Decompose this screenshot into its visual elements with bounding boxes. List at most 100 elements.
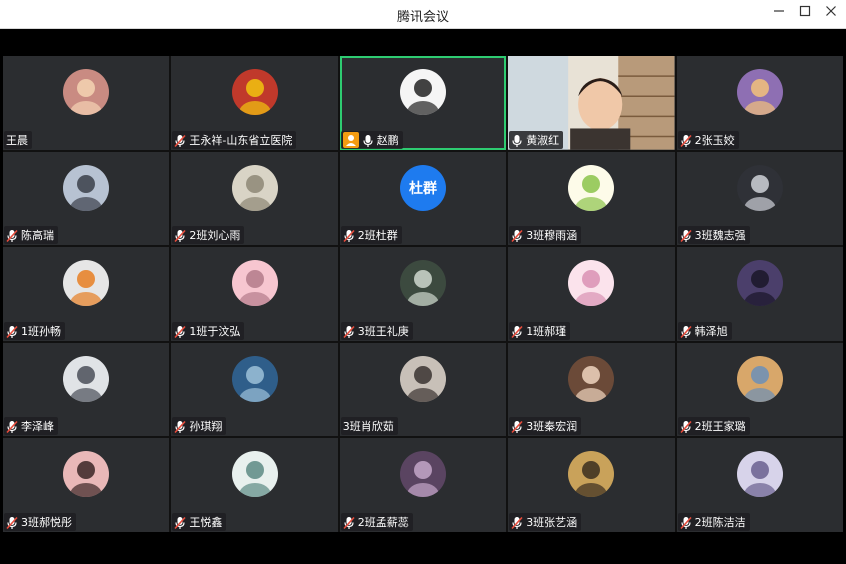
participant-name: 3班穆雨涵 <box>526 229 578 243</box>
participant-avatar <box>231 451 278 498</box>
participant-name: 1班郝瑾 <box>526 324 567 338</box>
participant-tile[interactable]: 1班孙畅 <box>3 247 170 341</box>
participant-name: 1班孙畅 <box>21 324 61 338</box>
participant-tile[interactable]: 王永祥-山东省立医院 <box>171 56 338 150</box>
participant-tile[interactable]: 杜群 2班杜群 <box>339 151 507 246</box>
mic-muted-icon <box>174 133 186 147</box>
participant-name-bar: 2张玉姣 <box>677 130 739 149</box>
participant-tile[interactable]: 赵鹏 <box>339 56 507 150</box>
participant-name-bar: 2班杜群 <box>340 226 402 245</box>
participant-name: 黄淑红 <box>526 133 560 147</box>
participant-tile[interactable]: 1班于汶弘 <box>171 247 338 341</box>
participant-name: 王永祥-山东省立医院 <box>189 133 293 147</box>
participant-name-bar: 黄淑红 <box>509 130 564 149</box>
minimize-icon[interactable] <box>770 5 788 23</box>
participant-name: 李泽峰 <box>21 420 54 434</box>
participant-name-bar: 1班于汶弘 <box>172 321 245 340</box>
participant-name: 3班肖欣茹 <box>342 420 394 434</box>
participant-avatar <box>736 164 783 211</box>
top-black-bar <box>3 29 843 56</box>
mic-muted-icon <box>174 515 186 530</box>
participant-name-bar: 2班王家璐 <box>677 417 750 436</box>
participant-name: 赵鹏 <box>376 133 399 147</box>
participant-name: 2班王家璐 <box>694 420 746 434</box>
participant-grid: 王晨 王永祥-山东省立医院 赵鹏 黄淑红 2张玉姣陈高瑞 2班刘心雨 杜群 2班杜群 3班穆雨涵… <box>3 56 843 532</box>
participant-tile[interactable]: 3班郝悦彤 <box>3 438 170 532</box>
participant-name-bar: 2班陈洁洁 <box>677 512 750 531</box>
mic-muted-icon <box>680 419 692 434</box>
participant-tile[interactable]: 3班王礼庚 <box>339 247 507 341</box>
participant-name: 3班王礼庚 <box>357 324 409 338</box>
participant-name-bar: 3班秦宏润 <box>509 417 582 436</box>
participant-tile[interactable]: 3班穆雨涵 <box>508 151 675 246</box>
mic-muted-icon <box>680 228 692 243</box>
participant-avatar <box>231 355 278 402</box>
participant-name-bar: 2班刘心雨 <box>172 226 245 245</box>
close-icon[interactable] <box>822 5 840 23</box>
participant-avatar <box>736 355 783 402</box>
participant-name-bar: 孙琪翔 <box>172 417 227 436</box>
participant-tile[interactable]: 3班肖欣茹 <box>339 342 507 437</box>
participant-tile[interactable]: 2班陈洁洁 <box>676 438 843 532</box>
participant-name-bar: 3班魏志强 <box>677 226 750 245</box>
participant-tile[interactable]: 陈高瑞 <box>3 151 170 246</box>
maximize-icon[interactable] <box>796 5 814 23</box>
mic-muted-icon <box>174 419 186 434</box>
participant-tile[interactable]: 3班魏志强 <box>676 151 843 246</box>
participant-avatar <box>568 355 615 402</box>
mic-muted-icon <box>6 324 18 338</box>
participant-name-bar: 王晨 <box>4 130 32 149</box>
participant-avatar <box>736 451 783 498</box>
mic-muted-icon <box>343 515 355 530</box>
participant-name-bar: 2班孟薪蕊 <box>340 512 413 531</box>
participant-avatar <box>568 164 615 211</box>
participant-tile[interactable]: 3班张艺涵 <box>508 438 675 532</box>
participant-name: 陈高瑞 <box>21 229 54 243</box>
participant-avatar <box>399 69 446 115</box>
participant-name-bar: 王永祥-山东省立医院 <box>172 130 297 149</box>
participant-name: 1班于汶弘 <box>189 324 241 338</box>
participant-name: 2班孟薪蕊 <box>357 515 409 529</box>
participant-name: 韩泽旭 <box>694 324 728 338</box>
participant-tile[interactable]: 黄淑红 <box>508 56 675 150</box>
mic-icon <box>362 133 374 147</box>
participant-avatar <box>399 260 446 307</box>
participant-tile[interactable]: 孙琪翔 <box>171 342 338 437</box>
participant-tile[interactable]: 韩泽旭 <box>676 247 843 341</box>
window-title: 腾讯会议 <box>396 10 449 25</box>
participant-tile[interactable]: 王悦鑫 <box>171 438 338 532</box>
participant-name-bar: 1班孙畅 <box>4 321 65 340</box>
participant-avatar <box>63 451 110 498</box>
participant-avatar <box>231 69 278 115</box>
participant-name-bar: 王悦鑫 <box>172 512 227 531</box>
participant-name-bar: 3班郝悦彤 <box>4 512 76 531</box>
participant-name: 3班魏志强 <box>694 229 746 243</box>
participant-name-bar: 韩泽旭 <box>677 321 732 340</box>
participant-name-bar: 3班穆雨涵 <box>509 226 582 245</box>
participant-name: 3班郝悦彤 <box>21 515 72 529</box>
participant-tile[interactable]: 2张玉姣 <box>676 56 843 150</box>
participant-name: 2班杜群 <box>357 229 398 243</box>
host-person-icon <box>342 131 359 148</box>
mic-muted-icon <box>174 228 186 243</box>
mic-muted-icon <box>511 228 523 243</box>
participant-avatar <box>63 355 110 402</box>
participant-avatar <box>399 451 446 498</box>
title-bar: 腾讯会议 <box>0 0 846 29</box>
participant-tile[interactable]: 2班孟薪蕊 <box>339 438 507 532</box>
participant-name-bar: 赵鹏 <box>340 130 403 149</box>
participant-tile[interactable]: 1班郝瑾 <box>508 247 675 341</box>
participant-tile[interactable]: 李泽峰 <box>3 342 170 437</box>
participant-avatar <box>63 260 110 307</box>
participant-name: 2张玉姣 <box>694 133 735 147</box>
mic-muted-icon <box>680 133 692 147</box>
participant-tile[interactable]: 2班王家璐 <box>676 342 843 437</box>
mic-muted-icon <box>6 419 18 434</box>
participant-tile[interactable]: 王晨 <box>3 56 170 150</box>
mic-muted-icon <box>511 515 523 530</box>
participant-tile[interactable]: 2班刘心雨 <box>171 151 338 246</box>
meeting-window: 腾讯会议 王晨 王永祥-山东省立医院 赵鹏 黄淑红 2张玉姣陈高瑞 2班刘心雨 杜群 2班杜群… <box>0 0 846 564</box>
participant-name-bar: 3班肖欣茹 <box>340 417 398 436</box>
bottom-black-bar <box>3 532 843 564</box>
participant-tile[interactable]: 3班秦宏润 <box>508 342 675 437</box>
